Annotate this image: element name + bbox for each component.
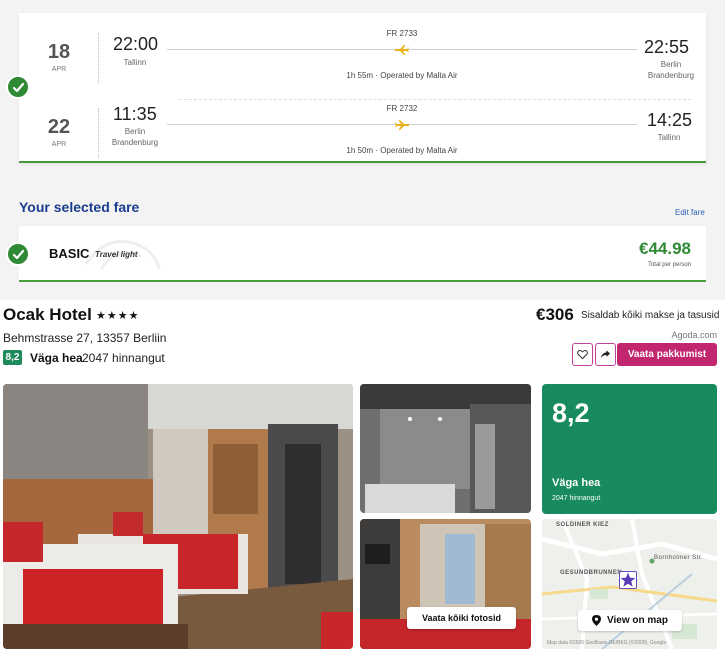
hotel-photo-bathroom[interactable] — [360, 384, 531, 513]
outbound-arrival-city-line1: Berlin — [660, 60, 682, 69]
map-label-street: Bornholmer Str. — [654, 555, 704, 561]
outbound-departure-time: 22:00 — [113, 34, 159, 54]
map-label-area: SOLDINER KIEZ — [556, 522, 609, 528]
review-count: 2047 hinnangut — [82, 351, 165, 365]
hotel-price: €306 — [536, 305, 574, 324]
return-departure-time: 11:35 — [113, 104, 157, 124]
view-on-map-button[interactable]: View on map — [578, 610, 682, 631]
return-month: APR — [51, 141, 67, 148]
map-credit: Map data ©2026 GeoBasis-DE/BKG (©2009), … — [547, 640, 667, 646]
score-count: 2047 hinnangut — [552, 495, 601, 502]
outbound-duration: 1h 55m · Operated by Malta Air — [346, 71, 458, 80]
share-button[interactable] — [595, 343, 616, 366]
return-departure-city-line1: Berlin — [124, 127, 146, 136]
date-divider — [98, 108, 99, 158]
plane-icon — [395, 120, 409, 130]
rating-badge: 8,2 — [3, 350, 22, 365]
hotel-address: Behmstrasse 27, 13357 Berliin — [3, 331, 167, 345]
outbound-arrival-time: 22:55 — [644, 37, 690, 57]
hotel-name[interactable]: Ocak Hotel — [3, 305, 92, 325]
return-date: 22 APR — [39, 116, 79, 148]
return-day: 22 — [47, 116, 71, 138]
fare-subtitle: Travel light — [95, 250, 138, 259]
favorite-button[interactable] — [572, 343, 593, 366]
score-tile: 8,2 Väga hea 2047 hinnangut — [542, 384, 717, 514]
score-word: Väga hea — [552, 477, 601, 489]
date-divider — [98, 33, 99, 83]
outbound-arrival-city-line2: Brandenburg — [647, 71, 695, 80]
outbound-day: 18 — [47, 41, 71, 63]
view-all-photos-button[interactable]: Vaata kõiki fotosid — [407, 607, 516, 629]
outbound-leg: 18 APR 22:00 Tallinn FR 2733 1h 55m · Op… — [19, 21, 706, 91]
fare-price: €44.98 — [639, 239, 691, 258]
outbound-flight-number: FR 2733 — [386, 29, 418, 38]
fare-price-note: Total per person — [647, 262, 691, 268]
outbound-departure-city: Tallinn — [123, 58, 147, 67]
outbound-date: 18 APR — [39, 41, 79, 73]
outbound-month: APR — [51, 66, 67, 73]
rating-word: Väga hea — [30, 351, 83, 365]
check-icon — [6, 242, 30, 266]
hotel-photo-room[interactable] — [360, 519, 531, 649]
return-flight-number: FR 2732 — [386, 104, 418, 113]
hotel-section: Ocak Hotel ★★★★ Behmstrasse 27, 13357 Be… — [0, 300, 725, 661]
heart-icon — [577, 350, 588, 360]
return-departure-city-line2: Brandenburg — [111, 138, 159, 147]
provider-name: Agoda.com — [671, 330, 717, 340]
fare-card: BASIC Travel light €44.98 Total per pers… — [19, 226, 706, 282]
view-on-map-label: View on map — [607, 615, 668, 626]
return-leg: 22 APR 11:35 Berlin Brandenburg FR 2732 … — [19, 96, 706, 166]
selected-fare-title: Your selected fare — [19, 199, 140, 215]
check-icon — [6, 75, 30, 99]
hotel-photo-main[interactable] — [3, 384, 353, 649]
hotel-price-note: Sisaldab kõiki makse ja tasusid — [581, 310, 720, 321]
edit-fare-link[interactable]: Edit fare — [675, 208, 705, 217]
return-arrival-time: 14:25 — [647, 110, 693, 130]
score-value: 8,2 — [552, 398, 590, 428]
share-icon — [600, 350, 611, 359]
fare-name: BASIC — [49, 246, 90, 261]
map-label-district: GESUNDBRUNNEN — [560, 570, 623, 576]
map-pin-icon — [592, 615, 602, 626]
outbound-arrival-city: Berlin Brandenburg — [641, 59, 701, 81]
star-marker-icon[interactable] — [619, 571, 637, 589]
flight-summary-section: 18 APR 22:00 Tallinn FR 2733 1h 55m · Op… — [0, 0, 725, 300]
return-duration: 1h 50m · Operated by Malta Air — [346, 146, 458, 155]
view-deal-button[interactable]: Vaata pakkumist — [617, 343, 717, 366]
flight-card: 18 APR 22:00 Tallinn FR 2733 1h 55m · Op… — [19, 13, 706, 163]
hotel-stars: ★★★★ — [96, 310, 140, 322]
return-arrival-city: Tallinn — [657, 133, 681, 142]
plane-icon — [395, 45, 409, 55]
return-departure-city: Berlin Brandenburg — [107, 126, 163, 148]
